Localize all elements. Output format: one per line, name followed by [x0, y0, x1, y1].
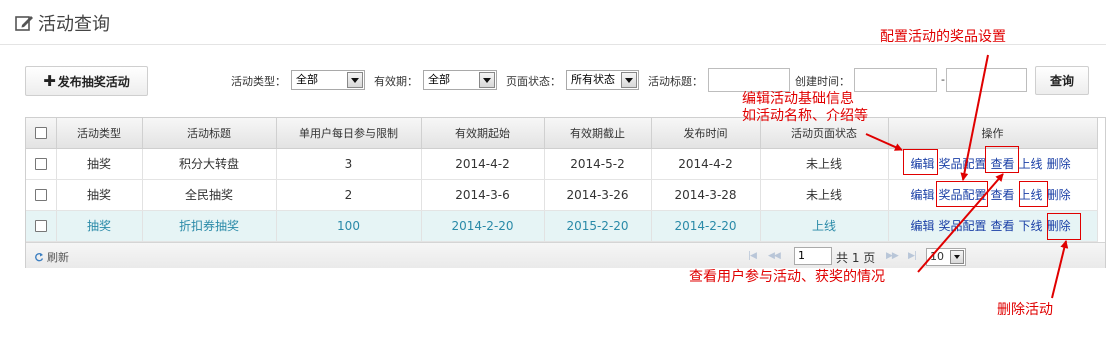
annotation-delete: 删除活动 — [997, 302, 1053, 318]
table-header-row: 活动类型 活动标题 单用户每日参与限制 有效期起始 有效期截止 发布时间 活动页… — [26, 118, 1098, 149]
publish-lottery-button[interactable]: ✚ 发布抽奖活动 — [25, 66, 148, 96]
validity-label: 有效期： — [374, 75, 418, 88]
annotation-view-highlight — [985, 146, 1019, 173]
row-checkbox[interactable] — [34, 158, 47, 170]
chevron-down-icon[interactable] — [621, 72, 637, 88]
annotation-edit-highlight — [903, 149, 938, 175]
row-actions: 编辑 奖品配置 查看 上线 删除 — [888, 179, 1098, 211]
annotation-edit-line1: 编辑活动基础信息 — [742, 91, 854, 107]
created-time-from-input[interactable] — [854, 68, 937, 92]
page-number-input[interactable]: 1 — [794, 247, 832, 265]
row-select-cell[interactable] — [26, 148, 57, 180]
cell-end: 2014-3-26 — [544, 179, 652, 211]
row-select-cell[interactable] — [26, 179, 57, 211]
cell-start: 2014-4-2 — [421, 148, 545, 180]
annotation-edit-line2: 如活动名称、介绍等 — [742, 108, 868, 124]
page-size-select[interactable]: 10 — [926, 248, 966, 266]
activity-type-select[interactable]: 全部 — [291, 70, 365, 90]
refresh-label: 刷新 — [47, 251, 69, 264]
view-link[interactable]: 查看 — [991, 188, 1015, 202]
activity-type-label: 活动类型： — [231, 75, 286, 88]
cell-end: 2015-2-20 — [544, 210, 652, 242]
page-size-value: 10 — [930, 250, 944, 263]
refresh-button[interactable]: 刷新 — [34, 249, 69, 265]
cell-publish: 2014-2-20 — [651, 210, 761, 242]
delete-link[interactable]: 删除 — [1047, 188, 1071, 202]
page-status-select[interactable]: 所有状态 — [566, 70, 639, 90]
cell-title: 积分大转盘 — [142, 148, 277, 180]
edit-icon — [15, 16, 33, 31]
validity-select[interactable]: 全部 — [423, 70, 497, 90]
row-checkbox[interactable] — [34, 189, 47, 201]
column-header[interactable]: 有效期起始 — [421, 118, 545, 149]
chevron-down-icon[interactable] — [950, 250, 964, 264]
cell-publish: 2014-3-28 — [651, 179, 761, 211]
column-header[interactable]: 单用户每日参与限制 — [276, 118, 422, 149]
annotation-prize-config: 配置活动的奖品设置 — [880, 29, 1006, 45]
row-checkbox[interactable] — [34, 220, 47, 232]
publish-button-label: 发布抽奖活动 — [57, 74, 130, 89]
page-status-label: 页面状态： — [506, 75, 561, 88]
cell-limit: 2 — [276, 179, 422, 211]
cell-end: 2014-5-2 — [544, 148, 652, 180]
annotation-view: 查看用户参与活动、获奖的情况 — [689, 269, 885, 285]
created-time-to-input[interactable] — [946, 68, 1027, 92]
prev-page-icon[interactable]: ◀◀ — [768, 251, 781, 261]
column-header[interactable]: 操作 — [888, 118, 1098, 149]
annotation-delete-highlight — [1047, 213, 1081, 240]
column-header[interactable]: 活动标题 — [142, 118, 277, 149]
cell-type: 抽奖 — [56, 210, 143, 242]
page-title: 活动查询 — [14, 10, 110, 36]
prize-config-link[interactable]: 奖品配置 — [939, 157, 987, 171]
cell-status: 上线 — [760, 210, 889, 242]
grid-pager: 刷新 |◀ ◀◀ 1 共 1 页 ▶▶ ▶| 10 — [26, 242, 1105, 268]
select-all-checkbox[interactable] — [34, 127, 47, 140]
edit-link[interactable]: 编辑 — [911, 219, 935, 233]
cell-type: 抽奖 — [56, 148, 143, 180]
last-page-icon[interactable]: ▶| — [908, 251, 917, 261]
cell-limit: 3 — [276, 148, 422, 180]
prize-config-link[interactable]: 奖品配置 — [939, 219, 987, 233]
cell-start: 2014-2-20 — [421, 210, 545, 242]
cell-title: 折扣券抽奖 — [142, 210, 277, 242]
page-total: 共 1 页 — [836, 251, 876, 265]
page-title-text: 活动查询 — [38, 14, 110, 35]
created-time-label: 创建时间： — [795, 75, 850, 88]
chevron-down-icon[interactable] — [479, 72, 495, 88]
cell-type: 抽奖 — [56, 179, 143, 211]
activity-table: 活动类型 活动标题 单用户每日参与限制 有效期起始 有效期截止 发布时间 活动页… — [26, 118, 1098, 242]
select-all-cell[interactable] — [26, 118, 57, 149]
validity-value: 全部 — [428, 73, 450, 86]
view-link[interactable]: 查看 — [991, 219, 1015, 233]
next-page-icon[interactable]: ▶▶ — [886, 251, 899, 261]
cell-status: 未上线 — [760, 179, 889, 211]
cell-start: 2014-3-6 — [421, 179, 545, 211]
table-row-selected[interactable]: 抽奖 折扣券抽奖 100 2014-2-20 2015-2-20 2014-2-… — [26, 210, 1098, 242]
cell-title: 全民抽奖 — [142, 179, 277, 211]
activity-title-input[interactable] — [708, 68, 790, 92]
row-select-cell[interactable] — [26, 210, 57, 242]
publish-toggle-link[interactable]: 下线 — [1019, 219, 1043, 233]
refresh-icon — [35, 252, 44, 262]
annotation-prize-highlight — [936, 181, 988, 207]
delete-link[interactable]: 删除 — [1047, 157, 1071, 171]
page-status-value: 所有状态 — [571, 73, 615, 86]
first-page-icon[interactable]: |◀ — [748, 251, 757, 261]
activity-title-label: 活动标题： — [648, 75, 703, 88]
cell-publish: 2014-4-2 — [651, 148, 761, 180]
publish-toggle-link[interactable]: 上线 — [1019, 157, 1043, 171]
cell-status: 未上线 — [760, 148, 889, 180]
column-header[interactable]: 有效期截止 — [544, 118, 652, 149]
edit-link[interactable]: 编辑 — [911, 188, 935, 202]
column-header[interactable]: 活动类型 — [56, 118, 143, 149]
date-range-separator: - — [941, 73, 945, 86]
chevron-down-icon[interactable] — [347, 72, 363, 88]
plus-icon: ✚ — [43, 71, 56, 90]
activity-type-value: 全部 — [296, 73, 318, 86]
cell-limit: 100 — [276, 210, 422, 242]
annotation-online-highlight — [1019, 181, 1048, 207]
query-button[interactable]: 查询 — [1035, 66, 1089, 95]
